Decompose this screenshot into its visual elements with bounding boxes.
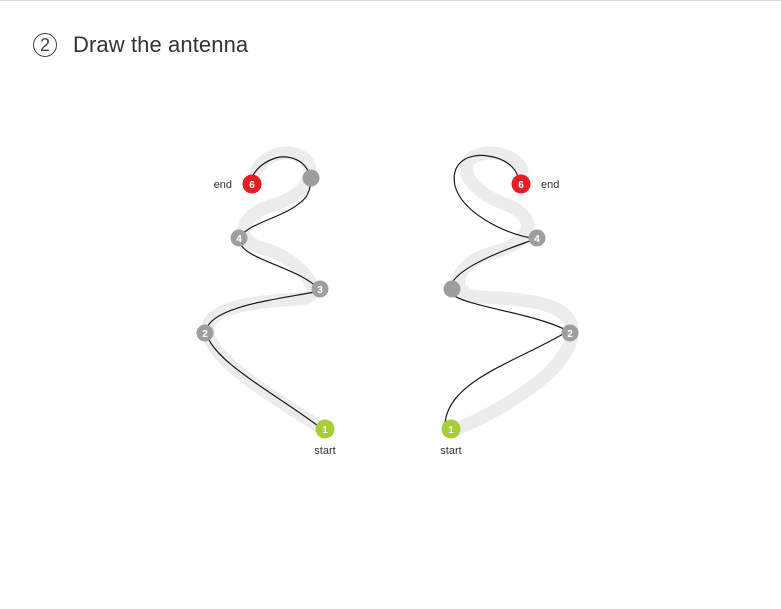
page: 2 Draw the antenna 4 3 2 1 6 start end 4… bbox=[0, 0, 781, 609]
left-point-2[interactable]: 2 bbox=[196, 324, 214, 342]
svg-text:2: 2 bbox=[567, 329, 573, 340]
left-point-3[interactable]: 3 bbox=[311, 280, 329, 298]
svg-text:2: 2 bbox=[202, 329, 208, 340]
svg-text:3: 3 bbox=[317, 285, 323, 296]
left-point-5[interactable] bbox=[302, 169, 320, 187]
svg-text:6: 6 bbox=[249, 180, 255, 191]
svg-text:1: 1 bbox=[322, 425, 328, 436]
left-end-point[interactable]: 6 bbox=[242, 174, 262, 194]
left-guide-path bbox=[201, 146, 333, 438]
right-antenna: 4 2 1 6 start end bbox=[440, 146, 579, 457]
right-start-label: start bbox=[440, 445, 461, 457]
svg-text:4: 4 bbox=[236, 234, 242, 245]
svg-text:6: 6 bbox=[518, 180, 524, 191]
left-point-4[interactable]: 4 bbox=[230, 229, 248, 247]
right-point-2[interactable]: 2 bbox=[561, 324, 579, 342]
left-start-point[interactable]: 1 bbox=[315, 419, 335, 439]
svg-text:4: 4 bbox=[534, 234, 540, 245]
right-guide-path bbox=[445, 146, 579, 438]
antenna-drawing-canvas[interactable]: 4 3 2 1 6 start end 4 2 1 6 start end bbox=[0, 1, 781, 609]
left-antenna: 4 3 2 1 6 start end bbox=[196, 146, 336, 457]
right-point-3[interactable] bbox=[443, 280, 461, 298]
right-end-point[interactable]: 6 bbox=[511, 174, 531, 194]
right-end-label: end bbox=[541, 179, 559, 191]
right-start-point[interactable]: 1 bbox=[441, 419, 461, 439]
right-point-4[interactable]: 4 bbox=[528, 229, 546, 247]
left-start-label: start bbox=[314, 445, 335, 457]
svg-text:1: 1 bbox=[448, 425, 454, 436]
left-end-label: end bbox=[214, 179, 232, 191]
